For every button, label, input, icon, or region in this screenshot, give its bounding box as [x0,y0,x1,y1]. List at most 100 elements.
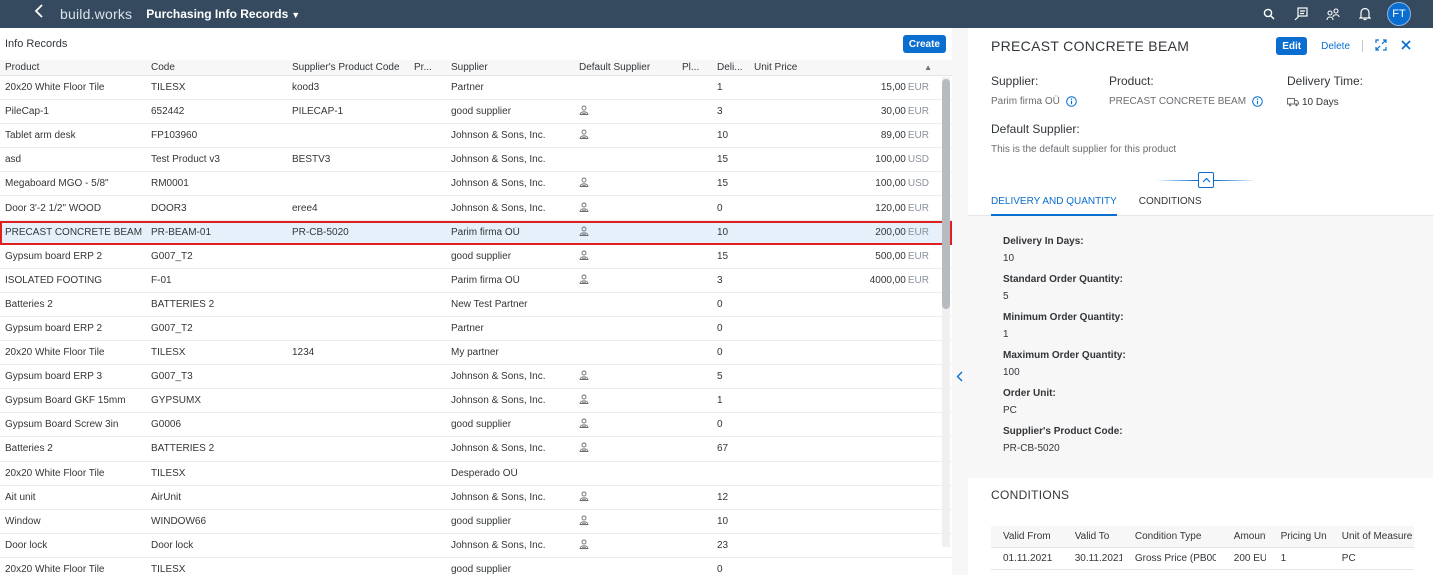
table-row[interactable]: Gypsum board ERP 2 G007_T2 Partner 0 [0,316,952,342]
search-icon[interactable] [1253,0,1285,28]
shell-bar: build.works Purchasing Info Records ▼ FT [0,0,1433,28]
fullscreen-icon[interactable] [1375,38,1387,54]
price-amount: 89,00 [880,130,906,142]
cell-delivery: 15 [717,154,729,166]
table-row[interactable]: Door lock Door lock Johnson & Sons, Inc. 23 [0,533,952,558]
tab-delivery-and-quantity[interactable]: DELIVERY AND QUANTITY [991,192,1117,216]
column-header-product[interactable]: Product [0,62,146,73]
close-icon[interactable] [1401,39,1411,53]
cell-code: 652442 [151,106,185,118]
cell-supplier: good supplier [451,106,512,118]
brand-logo[interactable]: build.works [60,6,132,22]
cell-product: 20x20 White Floor Tile [5,563,105,575]
table-row-selected[interactable]: PRECAST CONCRETE BEAM PR-BEAM-01 PR-CB-502… [0,220,952,245]
table-row[interactable]: asd Test Product v3 BESTV3 Johnson & Sons, … [0,148,952,173]
column-header-unit-price[interactable]: Unit Price [754,62,797,73]
delete-button[interactable]: Delete [1321,41,1350,52]
table-row[interactable]: 20x20 White Floor Tile TILESX good supplie… [0,557,952,575]
cell-supplier: Partner [451,322,484,334]
table-row[interactable]: ISOLATED FOOTING F-01 Parim firma OÜ 3 4000,… [0,268,952,293]
table-row[interactable]: Gypsum Board Screw 3in G0006 good supplier… [0,413,952,438]
price-amount: 30,00 [880,106,906,118]
column-header-code[interactable]: Code [146,62,287,73]
table-row[interactable]: PileCap-1 652442 PILECAP-1 good supplier 3 30… [0,100,952,125]
cell-delivery: 0 [717,563,723,575]
edit-button[interactable]: Edit [1276,37,1308,55]
cell-supplier: Johnson & Sons, Inc. [451,395,546,407]
table-row[interactable]: 20x20 White Floor Tile TILESX kood3 Partner… [0,76,952,101]
table-row[interactable]: Window WINDOW66 good supplier 10 [0,509,952,534]
back-icon[interactable] [34,0,48,28]
collapse-header-button[interactable] [1198,172,1214,188]
column-header-pl[interactable]: Pl... [678,62,713,73]
info-icon[interactable] [1252,96,1263,107]
supplier-value-group: Parim firma OÜ [991,96,1077,107]
column-header-amount: Amount [1233,531,1266,542]
cell-supplier: Johnson & Sons, Inc. [451,178,546,190]
table-row[interactable]: 20x20 White Floor Tile TILESX 1234 My partn… [0,341,952,366]
cell-supplier-product-code: 1234 [292,347,315,359]
default-supplier-icon [579,105,589,116]
conditions-title: CONDITIONS [991,488,1070,502]
cell-supplier: Parim firma OÜ [451,226,520,238]
table-row[interactable]: Tablet arm desk FP103960 Johnson & Sons, I… [0,124,952,149]
column-header-default-supplier[interactable]: Default Supplier [574,62,678,73]
price-amount: 100,00 [875,154,906,166]
table-row[interactable]: Gypsum Board GKF 15mm GYPSUMX Johnson & So… [0,389,952,414]
table-row[interactable]: 20x20 White Floor Tile TILESX Desperado OÜ [0,461,952,486]
info-icon[interactable] [1066,96,1077,107]
field-value: PC [1003,405,1017,416]
price-currency: USD [907,178,929,190]
cell-unit-price [754,564,931,575]
cell-code: DOOR3 [151,202,187,214]
user-avatar[interactable]: FT [1387,2,1411,26]
table-row[interactable]: Megaboard MGO - 5/8" RM0001 Johnson & Sons… [0,172,952,197]
field-label: Standard Order Quantity: [1003,274,1124,285]
chevron-left-icon[interactable] [956,371,963,385]
default-supplier-label: Default Supplier: [991,122,1080,136]
column-header-supplier-product-code[interactable]: Supplier's Product Code [287,62,411,73]
cell-delivery: 15 [717,178,729,190]
cell-product: Tablet arm desk [5,130,76,142]
table-row[interactable]: Batteries 2 BATTERIES 2 New Test Partner 0 [0,292,952,317]
column-header-delivery[interactable]: Deli... [713,62,754,73]
cell-code: FP103960 [151,130,198,142]
people-icon[interactable] [1317,0,1349,28]
price-amount: 15,00 [880,82,906,94]
column-header-pr[interactable]: Pr... [411,62,447,73]
table-row[interactable]: Door 3'-2 1/2" WOOD DOOR3 eree4 Johnson & S… [0,196,952,221]
cell-product: asd [5,154,22,166]
truck-icon [1287,98,1299,107]
cell-code: BATTERIES 2 [151,298,215,310]
table-row[interactable]: Gypsum board ERP 3 G007_T3 Johnson & Sons,… [0,365,952,390]
column-header-supplier[interactable]: Supplier [447,62,574,73]
cell-delivery: 10 [717,515,729,527]
table-row[interactable]: Gypsum board ERP 2 G007_T2 good supplier 15… [0,244,952,269]
table-row[interactable]: Batteries 2 BATTERIES 2 Johnson & Sons, In… [0,437,952,462]
field-value: 10 [1003,253,1015,264]
cell-supplier: My partner [451,347,499,359]
cell-delivery: 0 [717,347,723,359]
price-amount: 120,00 [875,202,906,214]
default-supplier-icon [579,202,589,212]
cell-default-supplier [574,539,678,552]
cell-product: Gypsum Board GKF 15mm [5,395,126,407]
cell-supplier-product-code: eree4 [292,202,318,214]
cell-delivery: 3 [717,274,723,286]
tasks-icon[interactable] [1285,0,1317,28]
toolbar-separator [1362,40,1363,52]
sort-ascending-icon[interactable]: ▲ [924,63,932,72]
bell-icon[interactable] [1349,0,1381,28]
cell-default-supplier [574,226,678,239]
tab-conditions[interactable]: CONDITIONS [1139,192,1202,216]
table-scrollbar-thumb[interactable] [942,79,950,309]
table-row[interactable]: Ait unit AirUnit Johnson & Sons, Inc. 12 [0,485,952,510]
product-value: PRECAST CONCRETE BEAM [1109,96,1247,107]
cell-code: TILESX [151,563,186,575]
app-title-menu[interactable]: Purchasing Info Records ▼ [146,7,300,21]
cell-unit-price: 30,00 EUR [754,106,931,117]
cell-code: TILESX [151,82,186,94]
conditions-row[interactable]: 01.11.2021 30.11.2021 Gross Price (PB00)… [991,548,1414,570]
create-button[interactable]: Create [902,35,946,53]
pane-splitter[interactable] [952,28,968,575]
